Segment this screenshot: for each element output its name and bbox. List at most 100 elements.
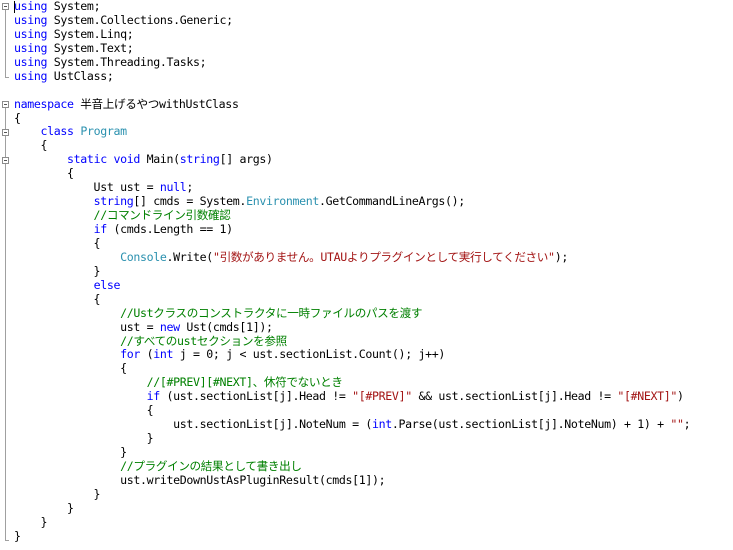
- code-token: {: [14, 403, 154, 418]
- code-token: Ust ust =: [14, 180, 160, 195]
- code-line[interactable]: {: [14, 111, 690, 126]
- code-line[interactable]: static void Main(string[] args): [14, 152, 690, 167]
- code-line[interactable]: {: [14, 138, 690, 153]
- code-line[interactable]: }: [14, 514, 690, 530]
- code-token: }: [14, 263, 101, 278]
- collapse-class-icon[interactable]: [2, 129, 9, 136]
- code-token: j = 0; j < ust.sectionList.Count(); j++): [173, 347, 446, 362]
- code-line[interactable]: class Program: [14, 124, 690, 139]
- code-line[interactable]: if (cmds.Length == 1): [14, 222, 690, 237]
- code-token: if: [93, 222, 108, 236]
- code-token: {: [14, 361, 127, 376]
- code-line[interactable]: using System.Collections.Generic;: [14, 12, 690, 28]
- code-line[interactable]: ust = new Ust(cmds[1]);: [14, 319, 690, 335]
- code-token: int: [153, 347, 174, 362]
- code-token: "[#NEXT]": [617, 389, 678, 404]
- code-token: namespace: [14, 96, 74, 111]
- code-line[interactable]: {: [14, 236, 690, 251]
- code-token: using: [14, 40, 48, 55]
- collapse-method-icon[interactable]: [2, 157, 9, 164]
- code-line[interactable]: using UstClass;: [14, 69, 690, 84]
- code-token: Ust(cmds[1]);: [179, 319, 273, 334]
- code-token: System.Text;: [47, 40, 134, 55]
- code-line[interactable]: ust.writeDownUstAsPluginResult(cmds[1]);: [14, 472, 690, 488]
- code-token: .GetCommandLineArgs();: [319, 194, 465, 209]
- code-line[interactable]: else: [14, 277, 690, 293]
- code-token: ;: [186, 180, 194, 195]
- code-text-area[interactable]: using System; using System.Collections.Ge…: [14, 0, 691, 544]
- code-token: }: [14, 486, 101, 501]
- code-token: ust.writeDownUstAsPluginResult(cmds[1]);: [14, 472, 386, 487]
- code-token: using: [14, 54, 48, 69]
- code-token: using: [14, 0, 48, 13]
- code-line[interactable]: {: [14, 403, 690, 418]
- code-token: int: [372, 417, 392, 432]
- code-line[interactable]: //すべてのustセクションを参照: [14, 334, 690, 349]
- code-line[interactable]: Console.Write("引数がありません。UTAUよりプラグインとして実行…: [14, 249, 690, 265]
- code-token: {: [14, 138, 48, 153]
- code-line[interactable]: }: [14, 431, 690, 446]
- code-line[interactable]: using System.Linq;: [14, 27, 690, 42]
- code-token: }: [14, 500, 74, 515]
- code-line[interactable]: //[#PREV][#NEXT]、休符でないとき: [14, 375, 690, 390]
- code-token: else: [93, 277, 121, 292]
- code-token: && ust.sectionList[j].Head !=: [411, 389, 618, 404]
- collapse-usings-icon[interactable]: [2, 3, 9, 10]
- code-token: for: [120, 347, 140, 362]
- code-line[interactable]: Ust ust = null;: [14, 180, 690, 195]
- code-line[interactable]: [14, 84, 690, 98]
- code-line[interactable]: }: [14, 263, 690, 279]
- code-line[interactable]: }: [14, 529, 690, 544]
- code-line[interactable]: {: [14, 361, 690, 376]
- code-token: //Ustクラスのコンストラクタに一時ファイルのパスを渡す: [14, 305, 423, 320]
- code-line[interactable]: using System.Threading.Tasks;: [14, 54, 690, 70]
- code-line[interactable]: }: [14, 500, 690, 516]
- code-token: );: [554, 249, 569, 264]
- outline-line: [5, 10, 6, 77]
- code-line[interactable]: }: [14, 445, 690, 460]
- code-token: class: [40, 124, 75, 139]
- code-line[interactable]: //コマンドライン引数確認: [14, 208, 690, 223]
- code-line[interactable]: }: [14, 486, 690, 502]
- code-token: {: [14, 166, 74, 181]
- code-token: }: [14, 514, 48, 529]
- code-line[interactable]: for (int j = 0; j < ust.sectionList.Coun…: [14, 347, 690, 362]
- code-token: [] cmds = System.: [133, 194, 247, 209]
- code-token: System.Collections.Generic;: [47, 12, 233, 27]
- code-line[interactable]: using System.Text;: [14, 40, 690, 56]
- code-token: }: [14, 431, 154, 446]
- code-line[interactable]: {: [14, 166, 690, 181]
- code-token: System.Threading.Tasks;: [47, 54, 207, 69]
- code-line[interactable]: {: [14, 291, 690, 307]
- code-token: ust.sectionList[j].NoteNum = (: [14, 417, 373, 432]
- collapse-namespace-icon[interactable]: [2, 101, 9, 108]
- code-line[interactable]: namespace 半音上げるやつwithUstClass: [14, 96, 690, 112]
- code-token: 半音上げるやつwithUstClass: [73, 96, 239, 111]
- outline-end: [5, 540, 9, 541]
- code-line[interactable]: string[] cmds = System.Environment.GetCo…: [14, 194, 690, 209]
- code-token: if: [146, 389, 161, 404]
- code-token: (: [139, 347, 154, 362]
- code-token: Program: [80, 124, 127, 139]
- code-token: new: [159, 319, 180, 334]
- code-line[interactable]: if (ust.sectionList[j].Head != "[#PREV]"…: [14, 389, 690, 404]
- code-token: ): [677, 389, 684, 404]
- code-token: {: [14, 291, 101, 306]
- outline-line: [5, 108, 6, 540]
- code-token: (ust.sectionList[j].Head !=: [159, 389, 353, 404]
- code-token: (cmds.Length == 1): [106, 222, 233, 236]
- code-token: .Parse(ust.sectionList[j].NoteNum) + 1) …: [391, 417, 671, 432]
- code-line[interactable]: //プラグインの結果として書き出し: [14, 459, 690, 474]
- code-line[interactable]: ust.sectionList[j].NoteNum = (int.Parse(…: [14, 417, 691, 432]
- code-editor[interactable]: using System; using System.Collections.Ge…: [0, 0, 733, 550]
- code-line[interactable]: using System;: [14, 0, 690, 14]
- code-line[interactable]: //Ustクラスのコンストラクタに一時ファイルのパスを渡す: [14, 305, 690, 321]
